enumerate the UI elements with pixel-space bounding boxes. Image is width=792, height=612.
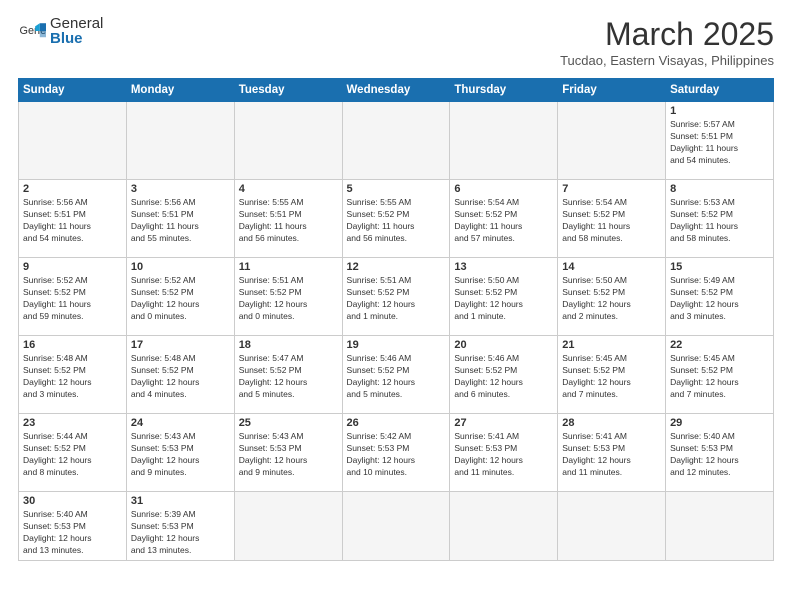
header-friday: Friday	[558, 79, 666, 102]
header-tuesday: Tuesday	[234, 79, 342, 102]
table-row: 15Sunrise: 5:49 AMSunset: 5:52 PMDayligh…	[666, 258, 774, 336]
header-wednesday: Wednesday	[342, 79, 450, 102]
header-thursday: Thursday	[450, 79, 558, 102]
calendar-table: Sunday Monday Tuesday Wednesday Thursday…	[18, 78, 774, 561]
table-row	[19, 102, 127, 180]
table-row: 11Sunrise: 5:51 AMSunset: 5:52 PMDayligh…	[234, 258, 342, 336]
location-text: Tucdao, Eastern Visayas, Philippines	[560, 53, 774, 68]
table-row	[234, 492, 342, 561]
table-row: 30Sunrise: 5:40 AMSunset: 5:53 PMDayligh…	[19, 492, 127, 561]
table-row	[126, 102, 234, 180]
table-row: 26Sunrise: 5:42 AMSunset: 5:53 PMDayligh…	[342, 414, 450, 492]
table-row: 22Sunrise: 5:45 AMSunset: 5:52 PMDayligh…	[666, 336, 774, 414]
header-monday: Monday	[126, 79, 234, 102]
table-row: 7Sunrise: 5:54 AMSunset: 5:52 PMDaylight…	[558, 180, 666, 258]
logo-general-text: General	[50, 16, 103, 31]
table-row: 18Sunrise: 5:47 AMSunset: 5:52 PMDayligh…	[234, 336, 342, 414]
table-row: 31Sunrise: 5:39 AMSunset: 5:53 PMDayligh…	[126, 492, 234, 561]
table-row: 23Sunrise: 5:44 AMSunset: 5:52 PMDayligh…	[19, 414, 127, 492]
table-row: 13Sunrise: 5:50 AMSunset: 5:52 PMDayligh…	[450, 258, 558, 336]
table-row: 3Sunrise: 5:56 AMSunset: 5:51 PMDaylight…	[126, 180, 234, 258]
table-row: 2Sunrise: 5:56 AMSunset: 5:51 PMDaylight…	[19, 180, 127, 258]
table-row: 12Sunrise: 5:51 AMSunset: 5:52 PMDayligh…	[342, 258, 450, 336]
table-row	[558, 102, 666, 180]
table-row: 28Sunrise: 5:41 AMSunset: 5:53 PMDayligh…	[558, 414, 666, 492]
table-row: 25Sunrise: 5:43 AMSunset: 5:53 PMDayligh…	[234, 414, 342, 492]
table-row: 6Sunrise: 5:54 AMSunset: 5:52 PMDaylight…	[450, 180, 558, 258]
logo-blue-text: Blue	[50, 31, 103, 46]
table-row: 29Sunrise: 5:40 AMSunset: 5:53 PMDayligh…	[666, 414, 774, 492]
table-row: 10Sunrise: 5:52 AMSunset: 5:52 PMDayligh…	[126, 258, 234, 336]
table-row: 27Sunrise: 5:41 AMSunset: 5:53 PMDayligh…	[450, 414, 558, 492]
table-row	[342, 492, 450, 561]
page-header: General General Blue March 2025 Tucdao, …	[18, 16, 774, 68]
header-sunday: Sunday	[19, 79, 127, 102]
table-row	[666, 492, 774, 561]
header-saturday: Saturday	[666, 79, 774, 102]
table-row: 24Sunrise: 5:43 AMSunset: 5:53 PMDayligh…	[126, 414, 234, 492]
table-row: 8Sunrise: 5:53 AMSunset: 5:52 PMDaylight…	[666, 180, 774, 258]
table-row: 20Sunrise: 5:46 AMSunset: 5:52 PMDayligh…	[450, 336, 558, 414]
table-row	[342, 102, 450, 180]
table-row: 14Sunrise: 5:50 AMSunset: 5:52 PMDayligh…	[558, 258, 666, 336]
table-row	[450, 102, 558, 180]
table-row: 5Sunrise: 5:55 AMSunset: 5:52 PMDaylight…	[342, 180, 450, 258]
table-row	[234, 102, 342, 180]
table-row: 9Sunrise: 5:52 AMSunset: 5:52 PMDaylight…	[19, 258, 127, 336]
table-row	[558, 492, 666, 561]
table-row: 4Sunrise: 5:55 AMSunset: 5:51 PMDaylight…	[234, 180, 342, 258]
table-row	[450, 492, 558, 561]
table-row: 1 Sunrise: 5:57 AMSunset: 5:51 PMDayligh…	[666, 102, 774, 180]
table-row: 16Sunrise: 5:48 AMSunset: 5:52 PMDayligh…	[19, 336, 127, 414]
month-year-title: March 2025	[560, 16, 774, 53]
title-block: March 2025 Tucdao, Eastern Visayas, Phil…	[560, 16, 774, 68]
table-row: 21Sunrise: 5:45 AMSunset: 5:52 PMDayligh…	[558, 336, 666, 414]
table-row: 19Sunrise: 5:46 AMSunset: 5:52 PMDayligh…	[342, 336, 450, 414]
logo: General General Blue	[18, 16, 103, 46]
table-row: 17Sunrise: 5:48 AMSunset: 5:52 PMDayligh…	[126, 336, 234, 414]
logo-icon: General	[18, 17, 46, 45]
